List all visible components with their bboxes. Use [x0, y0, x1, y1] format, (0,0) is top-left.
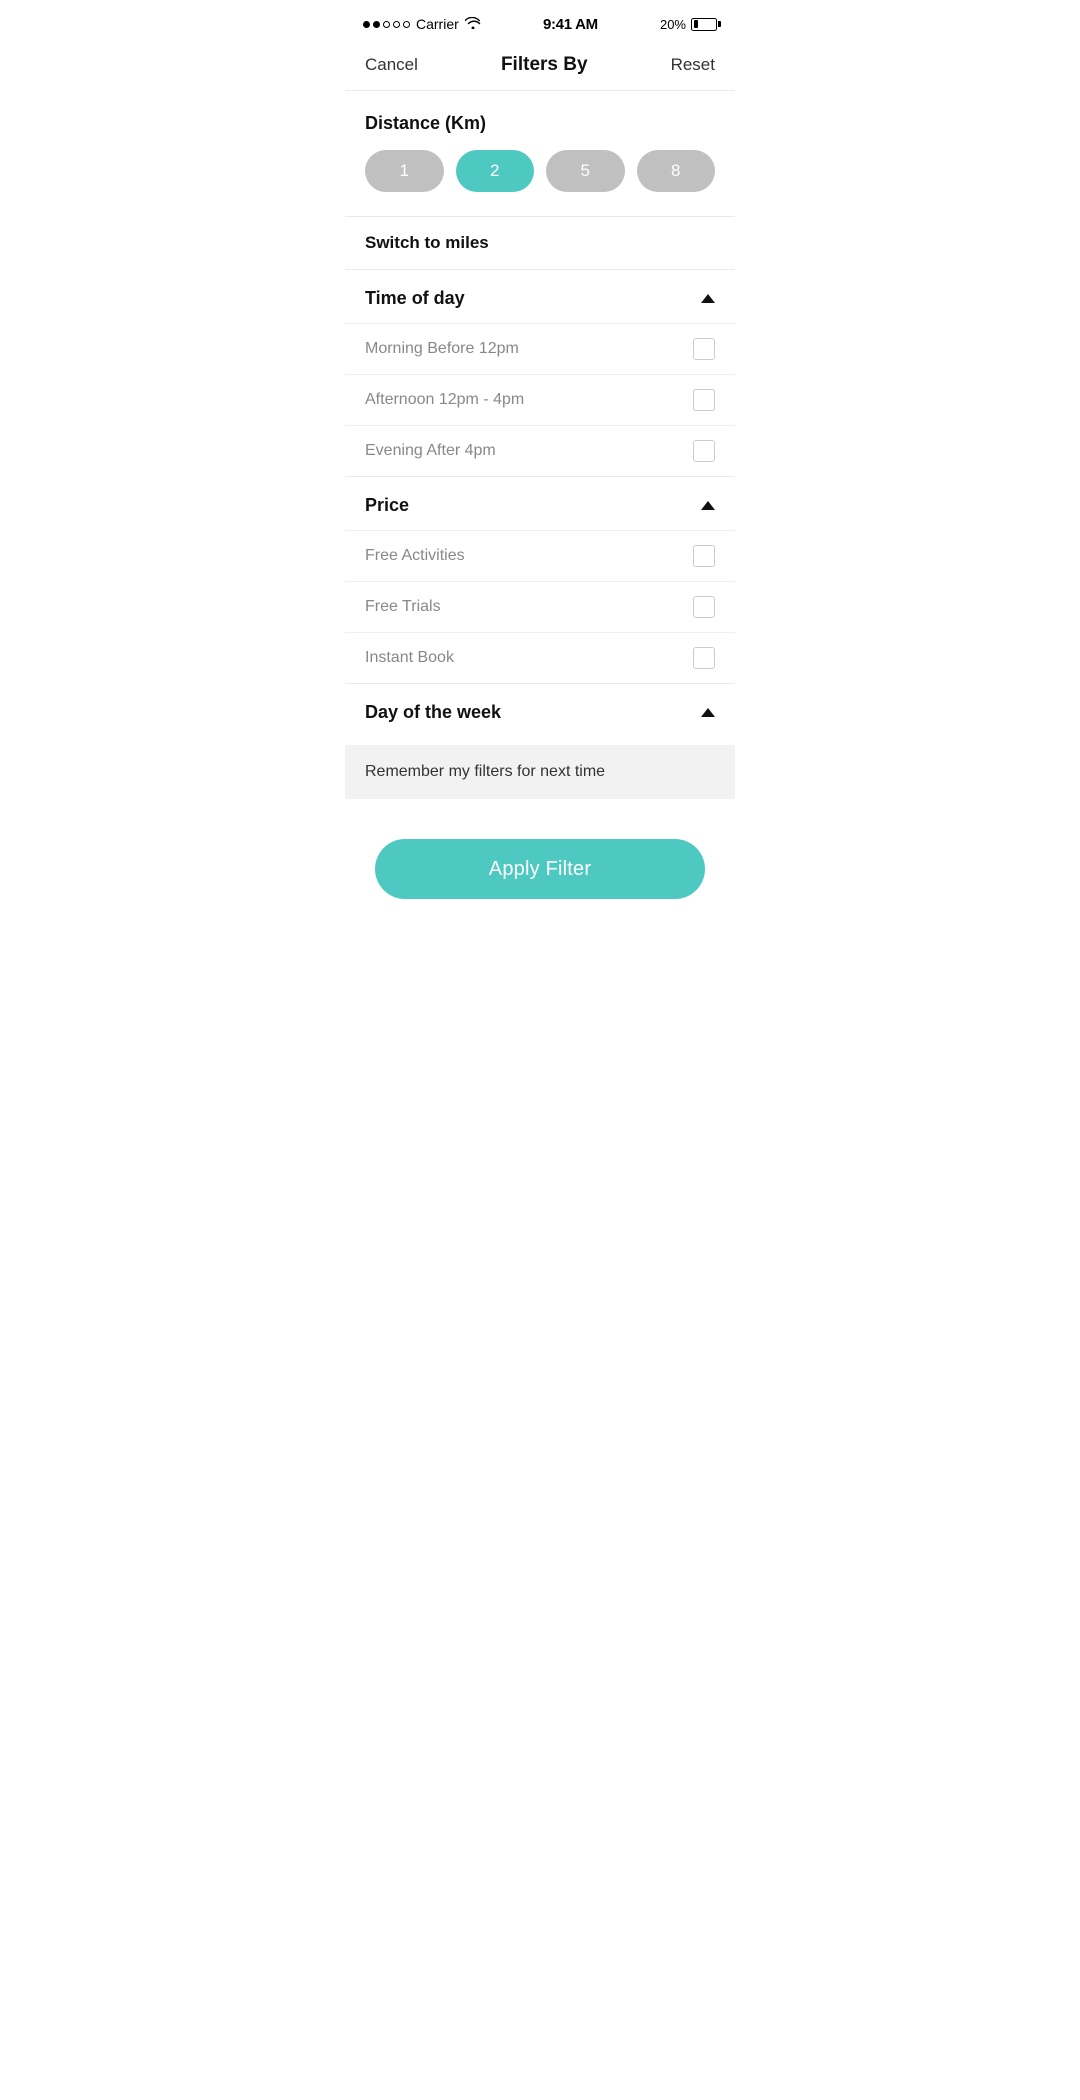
day-of-week-header[interactable]: Day of the week: [345, 684, 735, 737]
nav-bar: Cancel Filters By Reset: [345, 44, 735, 91]
price-section: Price Free Activities Free Trials Instan…: [345, 477, 735, 683]
distance-section: Distance (Km) 1 2 5 8: [345, 91, 735, 217]
distance-pills-row: 1 2 5 8: [365, 150, 715, 192]
morning-label: Morning Before 12pm: [365, 340, 519, 358]
free-activities-checkbox[interactable]: [693, 545, 715, 567]
battery-icon: [691, 18, 717, 31]
distance-pill-8[interactable]: 8: [637, 150, 716, 192]
distance-pill-2[interactable]: 2: [456, 150, 535, 192]
page-title: Filters By: [501, 54, 588, 76]
status-time: 9:41 AM: [543, 16, 598, 33]
distance-section-title: Distance (Km): [365, 113, 715, 134]
free-trials-checkbox[interactable]: [693, 596, 715, 618]
free-activities-item: Free Activities: [345, 530, 735, 581]
time-of-day-title: Time of day: [365, 288, 465, 309]
instant-book-checkbox[interactable]: [693, 647, 715, 669]
status-right: 20%: [660, 17, 717, 32]
signal-dot-4: [393, 21, 400, 28]
status-left: Carrier: [363, 16, 481, 32]
morning-checkbox[interactable]: [693, 338, 715, 360]
instant-book-item: Instant Book: [345, 632, 735, 683]
evening-checkbox[interactable]: [693, 440, 715, 462]
evening-label: Evening After 4pm: [365, 442, 496, 460]
distance-pill-5[interactable]: 5: [546, 150, 625, 192]
afternoon-item: Afternoon 12pm - 4pm: [345, 374, 735, 425]
remember-bar[interactable]: Remember my filters for next time: [345, 745, 735, 799]
cancel-button[interactable]: Cancel: [365, 55, 418, 75]
signal-dot-1: [363, 21, 370, 28]
status-bar: Carrier 9:41 AM 20%: [345, 0, 735, 44]
free-activities-label: Free Activities: [365, 547, 465, 565]
afternoon-label: Afternoon 12pm - 4pm: [365, 391, 524, 409]
price-chevron: [701, 501, 715, 510]
switch-miles-label: Switch to miles: [365, 233, 489, 252]
day-of-week-title: Day of the week: [365, 702, 501, 723]
reset-button[interactable]: Reset: [671, 55, 715, 75]
time-of-day-header[interactable]: Time of day: [345, 270, 735, 323]
time-of-day-chevron: [701, 294, 715, 303]
afternoon-checkbox[interactable]: [693, 389, 715, 411]
remember-label: Remember my filters for next time: [365, 763, 605, 780]
evening-item: Evening After 4pm: [345, 425, 735, 476]
distance-pill-1[interactable]: 1: [365, 150, 444, 192]
price-title: Price: [365, 495, 409, 516]
signal-dot-3: [383, 21, 390, 28]
wifi-icon: [465, 16, 481, 32]
instant-book-label: Instant Book: [365, 649, 454, 667]
signal-dot-5: [403, 21, 410, 28]
battery-percent: 20%: [660, 17, 686, 32]
day-of-week-chevron: [701, 708, 715, 717]
switch-miles[interactable]: Switch to miles: [345, 217, 735, 270]
signal-dots: [363, 21, 410, 28]
day-of-week-section: Day of the week: [345, 684, 735, 737]
apply-filter-button[interactable]: Apply Filter: [375, 839, 705, 899]
signal-dot-2: [373, 21, 380, 28]
free-trials-item: Free Trials: [345, 581, 735, 632]
price-header[interactable]: Price: [345, 477, 735, 530]
time-of-day-section: Time of day Morning Before 12pm Afternoo…: [345, 270, 735, 476]
morning-item: Morning Before 12pm: [345, 323, 735, 374]
carrier-text: Carrier: [416, 16, 459, 32]
free-trials-label: Free Trials: [365, 598, 441, 616]
apply-btn-container: Apply Filter: [345, 799, 735, 929]
